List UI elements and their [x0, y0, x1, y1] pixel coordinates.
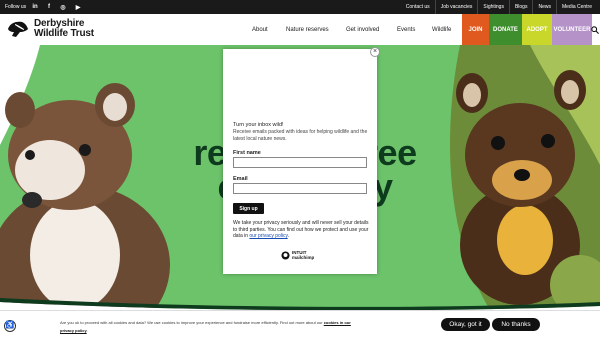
hero-swoosh	[0, 298, 600, 310]
top-link-news[interactable]: News	[532, 0, 556, 14]
first-name-label: First name	[233, 150, 261, 156]
decline-cookies-button[interactable]: No thanks	[492, 318, 540, 331]
privacy-notice: We take your privacy seriously and will …	[233, 220, 373, 240]
site-header: Derbyshire Wildlife Trust About Nature r…	[0, 14, 600, 45]
cookie-end: .	[86, 328, 88, 333]
site-logo[interactable]: Derbyshire Wildlife Trust	[6, 17, 94, 41]
top-link-sightings[interactable]: Sightings	[477, 0, 509, 14]
top-link-contact[interactable]: Contact us	[401, 0, 435, 14]
cookie-message: Are you ok to proceed with all cookies a…	[60, 320, 324, 325]
cuddly-toy-image	[0, 45, 170, 310]
nav-nature-reserves[interactable]: Nature reserves	[286, 27, 346, 33]
modal-title: Turn your inbox wild!	[233, 122, 284, 128]
badger-logo-icon	[8, 21, 28, 37]
follow-us-label: Follow us	[5, 4, 27, 10]
search-icon[interactable]	[591, 26, 599, 34]
top-link-blogs[interactable]: Blogs	[508, 0, 533, 14]
mailchimp-icon	[281, 250, 290, 260]
email-label: Email	[233, 176, 248, 182]
newsletter-modal: Turn your inbox wild! Receive emails pac…	[223, 49, 377, 274]
adopt-button[interactable]: ADOPT	[522, 14, 552, 45]
linkedin-icon[interactable]: in	[30, 2, 40, 12]
accessibility-icon[interactable]: ♿	[4, 320, 16, 332]
nav-wildlife[interactable]: Wildlife	[432, 27, 462, 33]
sign-up-button[interactable]: Sign up	[233, 203, 264, 214]
nav-events[interactable]: Events	[397, 27, 427, 33]
pine-marten-photo	[450, 45, 600, 310]
instagram-icon[interactable]: ◎	[58, 2, 68, 12]
youtube-icon[interactable]: ▶	[73, 2, 83, 12]
modal-description: Receive emails packed with ideas for hel…	[233, 129, 368, 142]
mailchimp-line-2: mailchimp	[292, 255, 315, 260]
top-links: Contact us Job vacancies Sightings Blogs…	[401, 0, 597, 14]
accept-cookies-button[interactable]: Okay, got it	[441, 318, 490, 331]
first-name-field[interactable]	[233, 157, 367, 168]
donate-button[interactable]: DONATE	[489, 14, 522, 45]
top-link-media[interactable]: Media Centre	[555, 0, 597, 14]
nav-get-involved[interactable]: Get involved	[346, 27, 396, 33]
close-icon[interactable]: ×	[370, 47, 380, 57]
logo-text: Derbyshire Wildlife Trust	[34, 19, 94, 39]
join-button[interactable]: JOIN	[462, 14, 489, 45]
top-bar: Follow us in f ◎ ▶ Contact us Job vacanc…	[0, 0, 600, 14]
volunteer-button[interactable]: VOLUNTEER	[552, 14, 592, 45]
mailchimp-badge[interactable]: INTUIT mailchimp	[281, 250, 314, 260]
privacy-end: .	[287, 233, 290, 239]
mailchimp-text: INTUIT mailchimp	[292, 250, 314, 260]
privacy-policy-link[interactable]: our privacy policy	[249, 233, 287, 239]
logo-line-2: Wildlife Trust	[34, 28, 94, 39]
top-link-jobs[interactable]: Job vacancies	[434, 0, 478, 14]
cookie-banner: ♿ Are you ok to proceed with all cookies…	[0, 310, 600, 338]
cookie-text: Are you ok to proceed with all cookies a…	[60, 319, 360, 335]
email-field[interactable]	[233, 183, 367, 194]
facebook-icon[interactable]: f	[44, 2, 54, 12]
